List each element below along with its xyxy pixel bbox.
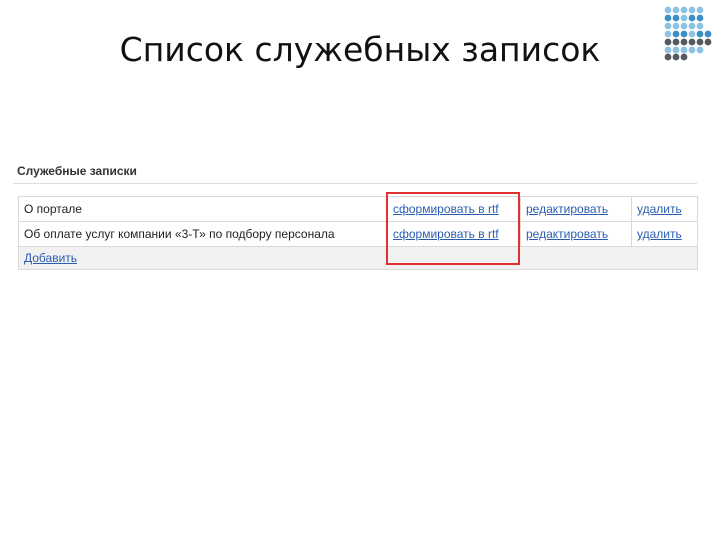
rtf-cell: сформировать в rtf — [387, 221, 521, 247]
logo-dot — [672, 38, 680, 46]
logo-dot — [672, 46, 680, 54]
delete-cell: удалить — [631, 196, 698, 222]
logo-dot — [672, 14, 680, 22]
logo-dot — [696, 46, 704, 54]
slide-title: Список служебных записок — [119, 30, 601, 69]
table-row: Об оплате услуг компании «3-Т» по подбор… — [18, 221, 698, 247]
logo-dot — [688, 46, 696, 54]
logo-dot — [664, 38, 672, 46]
table-row: О портале сформировать в rtf редактирова… — [18, 196, 698, 222]
logo-dot — [672, 53, 680, 61]
logo-dot — [680, 6, 688, 14]
edit-link[interactable]: редактировать — [526, 227, 608, 241]
generate-rtf-link[interactable]: сформировать в rtf — [393, 202, 499, 216]
logo-dot — [704, 38, 712, 46]
logo-dot — [664, 22, 672, 30]
logo-dot — [688, 6, 696, 14]
delete-link[interactable]: удалить — [637, 227, 682, 241]
note-name: Об оплате услуг компании «3-Т» по подбор… — [18, 221, 388, 247]
logo-dot — [680, 30, 688, 38]
logo-dot — [680, 22, 688, 30]
logo-dot — [688, 38, 696, 46]
edit-link[interactable]: редактировать — [526, 202, 608, 216]
logo-dot — [696, 22, 704, 30]
logo-dot — [680, 46, 688, 54]
logo-dot — [704, 30, 712, 38]
logo-dot — [672, 6, 680, 14]
logo-dot — [696, 38, 704, 46]
logo-dot — [664, 14, 672, 22]
notes-table: О портале сформировать в rtf редактирова… — [18, 196, 698, 270]
logo-dot — [688, 30, 696, 38]
logo-dot — [680, 53, 688, 61]
logo-dot — [664, 6, 672, 14]
add-link[interactable]: Добавить — [24, 251, 77, 265]
logo-dot — [696, 14, 704, 22]
logo-dot — [672, 22, 680, 30]
edit-cell: редактировать — [520, 221, 632, 247]
logo-dot — [696, 6, 704, 14]
rtf-cell: сформировать в rtf — [387, 196, 521, 222]
logo-dot — [680, 38, 688, 46]
delete-link[interactable]: удалить — [637, 202, 682, 216]
add-row-fill — [387, 246, 698, 270]
logo-dot — [680, 14, 688, 22]
logo-dot — [696, 30, 704, 38]
logo-dot — [664, 46, 672, 54]
note-name: О портале — [18, 196, 388, 222]
logo-dot — [664, 30, 672, 38]
section-title: Служебные записки — [17, 164, 137, 178]
generate-rtf-link[interactable]: сформировать в rtf — [393, 227, 499, 241]
add-cell: Добавить — [18, 246, 388, 270]
logo-dot — [688, 14, 696, 22]
logo-dot — [688, 22, 696, 30]
dot-grid-logo-icon — [664, 6, 712, 61]
section-divider — [13, 183, 697, 184]
add-row: Добавить — [18, 246, 698, 270]
logo-dot — [672, 30, 680, 38]
slide: Список служебных записок Служебные запис… — [0, 0, 720, 540]
edit-cell: редактировать — [520, 196, 632, 222]
logo-dot — [664, 53, 672, 61]
delete-cell: удалить — [631, 221, 698, 247]
